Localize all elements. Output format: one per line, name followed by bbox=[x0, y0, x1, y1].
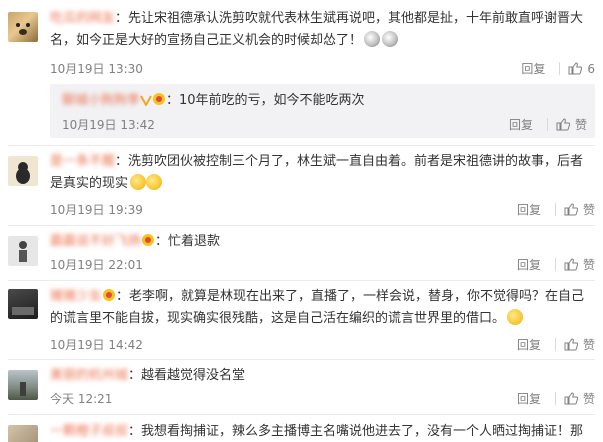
comment-text: 一颗橙子叔叔：我想看掏捕证，辣么多主播博主名嘴说他进去了，没有一个人晒过掏捕证！… bbox=[50, 421, 595, 442]
comment-item: 美丽的杭州城：越看越觉得没名堂 今天 12:21 回复 赞 bbox=[0, 360, 603, 412]
comment-content: ：越看越觉得没名堂 bbox=[128, 368, 246, 383]
reply-button[interactable]: 回复 bbox=[517, 201, 541, 218]
comment-text: 吃瓜的网友：先让宋祖德承认洗剪吹就代表林生斌再说吧，其他都是扯，十年前敢直呼谢晋… bbox=[50, 8, 595, 52]
like-count: 6 bbox=[587, 61, 595, 76]
comment-text: 猪猪少女 ：老李啊，就算是林现在出来了，直播了，一样会说，替身，你不觉得吗？在自己… bbox=[50, 286, 595, 330]
landscape-avatar-icon bbox=[20, 382, 26, 396]
comment-actions: 回复 赞 bbox=[517, 256, 595, 273]
divider bbox=[554, 203, 556, 216]
thumb-up-icon bbox=[564, 392, 578, 405]
comment-item: 霸霸说不好飞扬 ：忙着退款 10月19日 22:01 回复 赞 bbox=[0, 226, 603, 280]
comment-actions: 回复 6 bbox=[521, 60, 595, 77]
reply-actions: 回复 赞 bbox=[509, 116, 587, 133]
avatar[interactable] bbox=[8, 370, 38, 400]
reply-button[interactable]: 回复 bbox=[521, 60, 545, 77]
like-button[interactable]: 6 bbox=[568, 62, 595, 76]
avatar[interactable] bbox=[8, 425, 38, 442]
like-button[interactable]: 赞 bbox=[564, 390, 595, 407]
like-label: 赞 bbox=[582, 203, 595, 217]
like-label: 赞 bbox=[582, 258, 595, 272]
avatar[interactable] bbox=[8, 289, 38, 319]
avatar[interactable] bbox=[8, 12, 38, 42]
comment-item: 一颗橙子叔叔：我想看掏捕证，辣么多主播博主名嘴说他进去了，没有一个人晒过掏捕证！… bbox=[0, 415, 603, 442]
comment-text: 霸霸说不好飞扬 ：忙着退款 bbox=[50, 231, 595, 253]
like-button[interactable]: 赞 bbox=[564, 256, 595, 273]
comment-time: 10月19日 19:39 bbox=[50, 203, 143, 217]
divider bbox=[546, 118, 548, 131]
reply-button[interactable]: 回复 bbox=[509, 116, 533, 133]
comment-time: 10月19日 22:01 bbox=[50, 258, 143, 272]
comment-item: 吃瓜的网友：先让宋祖德承认洗剪吹就代表林生斌再说吧，其他都是扯，十年前敢直呼谢晋… bbox=[0, 0, 603, 138]
vip-badge-icon bbox=[140, 95, 152, 106]
comment-username[interactable]: 霸霸说不好飞扬 bbox=[50, 234, 141, 249]
reply-button[interactable]: 回复 bbox=[517, 390, 541, 407]
figure-avatar-icon bbox=[19, 241, 27, 262]
reply-username[interactable]: 聊城小狗狗李 bbox=[62, 93, 140, 108]
comment-content: ：老李啊，就算是林现在出来了，直播了，一样会说，替身，你不觉得吗？在自己的谎言里… bbox=[50, 289, 585, 326]
thumb-up-icon bbox=[564, 338, 578, 351]
comment-username[interactable]: 是一条不醒 bbox=[50, 154, 115, 169]
comment-item: 是一条不醒：洗剪吹团伙被控制三个月了，林生斌一直自由着。前者是宋祖德讲的故事，后… bbox=[0, 146, 603, 224]
emoji-icon bbox=[382, 31, 399, 47]
doge-avatar-icon bbox=[16, 23, 30, 35]
thumb-up-icon bbox=[564, 203, 578, 216]
comment-item: 猪猪少女 ：老李啊，就算是林现在出来了，直播了，一样会说，替身，你不觉得吗？在自己… bbox=[0, 281, 603, 357]
divider bbox=[554, 258, 556, 271]
avatar[interactable] bbox=[8, 156, 38, 186]
fan-badge-icon bbox=[142, 234, 155, 246]
like-label: 赞 bbox=[574, 118, 587, 132]
comment-time: 今天 12:21 bbox=[50, 392, 113, 406]
reply-time: 10月19日 13:42 bbox=[62, 118, 155, 132]
cat-avatar-icon bbox=[16, 162, 30, 184]
like-button[interactable]: 赞 bbox=[556, 116, 587, 133]
comment-username[interactable]: 猪猪少女 bbox=[50, 289, 102, 304]
comment-time: 10月19日 13:30 bbox=[50, 62, 143, 76]
reply-button[interactable]: 回复 bbox=[517, 336, 541, 353]
comment-time: 10月19日 14:42 bbox=[50, 338, 143, 352]
like-label: 赞 bbox=[582, 392, 595, 406]
comment-content: ：先让宋祖德承认洗剪吹就代表林生斌再说吧，其他都是扯，十年前敢直呼谢晋大名，如今… bbox=[50, 11, 584, 48]
comment-username[interactable]: 吃瓜的网友 bbox=[50, 11, 115, 26]
comment-username[interactable]: 美丽的杭州城 bbox=[50, 368, 128, 383]
fan-badge-icon bbox=[153, 93, 166, 105]
comment-username[interactable]: 一颗橙子叔叔 bbox=[50, 424, 128, 439]
reply-text: 聊城小狗狗李 ：10年前吃的亏，如今不能吃两次 bbox=[62, 90, 587, 112]
divider bbox=[559, 62, 561, 75]
divider bbox=[554, 338, 556, 351]
reply-content: ：10年前吃的亏，如今不能吃两次 bbox=[166, 93, 365, 108]
emoji-icon bbox=[130, 174, 147, 190]
emoji-icon bbox=[146, 174, 163, 190]
comment-text: 美丽的杭州城：越看越觉得没名堂 bbox=[50, 365, 595, 387]
reply-button[interactable]: 回复 bbox=[517, 256, 541, 273]
thumb-up-icon bbox=[568, 62, 583, 75]
like-button[interactable]: 赞 bbox=[564, 201, 595, 218]
fan-badge-icon bbox=[103, 289, 116, 301]
emoji-icon bbox=[364, 31, 381, 47]
dark-avatar-icon bbox=[12, 307, 34, 315]
avatar[interactable] bbox=[8, 236, 38, 266]
comment-actions: 回复 赞 bbox=[517, 390, 595, 407]
divider bbox=[554, 392, 556, 405]
like-button[interactable]: 赞 bbox=[564, 336, 595, 353]
thumb-up-icon bbox=[556, 118, 570, 131]
comment-content: ：我想看掏捕证，辣么多主播博主名嘴说他进去了，没有一个人晒过掏捕证！那 bbox=[128, 424, 584, 439]
comment-actions: 回复 赞 bbox=[517, 201, 595, 218]
comment-content: ：忙着退款 bbox=[155, 234, 221, 249]
sub-reply: 聊城小狗狗李 ：10年前吃的亏，如今不能吃两次 10月19日 13:42 回复 赞 bbox=[50, 84, 595, 138]
emoji-icon bbox=[507, 309, 524, 325]
comment-text: 是一条不醒：洗剪吹团伙被控制三个月了，林生斌一直自由着。前者是宋祖德讲的故事，后… bbox=[50, 151, 595, 195]
thumb-up-icon bbox=[564, 258, 578, 271]
like-label: 赞 bbox=[582, 338, 595, 352]
comment-actions: 回复 赞 bbox=[517, 336, 595, 353]
